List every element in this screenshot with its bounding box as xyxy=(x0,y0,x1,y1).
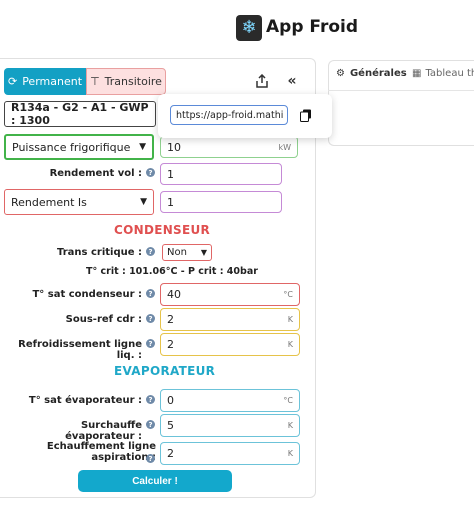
tab-tableau-label: Tableau th xyxy=(425,68,474,79)
echauffement-input[interactable]: 2 K xyxy=(160,442,300,465)
puissance-unit: kW xyxy=(278,142,291,152)
sous-ref-label: Sous-ref cdr : xyxy=(65,314,142,325)
rendement-is-select[interactable]: Rendement Is ▼ xyxy=(4,189,154,215)
trans-critique-label: Trans critique : xyxy=(57,247,142,258)
t-sat-condenseur-value: 40 xyxy=(167,288,181,301)
share-icon[interactable] xyxy=(252,71,272,91)
app-header: ❄ App Froid xyxy=(0,0,474,56)
t-sat-condenseur-input[interactable]: 40 °C xyxy=(160,283,300,306)
echauffement-label: Echauffement ligne aspiration : xyxy=(46,441,156,463)
share-url-value: https://app-froid.mathi xyxy=(176,109,284,121)
fluid-select-value: R134a - G2 - A1 - GWP : 1300 xyxy=(11,101,149,127)
rendement-vol-input[interactable]: 1 xyxy=(160,163,282,185)
chevron-down-icon: ▼ xyxy=(140,197,147,207)
critical-point-text: T° crit : 101.06°C - P crit : 40bar xyxy=(86,266,258,277)
tab-permanent-label: Permanent xyxy=(22,75,83,88)
refroidissement-label: Refroidissement ligne liq. : xyxy=(18,339,142,361)
rendement-vol-label: Rendement vol : xyxy=(49,168,142,179)
puissance-input[interactable]: 10 kW xyxy=(160,136,298,158)
sous-ref-unit: K xyxy=(287,315,293,324)
trans-critique-value: Non xyxy=(167,247,187,258)
help-icon[interactable]: ? xyxy=(146,420,155,429)
surchauffe-value: 5 xyxy=(167,419,174,432)
surchauffe-unit: K xyxy=(287,421,293,430)
help-icon[interactable]: ? xyxy=(146,289,155,298)
refresh-icon: ⟳ xyxy=(7,75,18,88)
rendement-is-select-value: Rendement Is xyxy=(11,195,87,209)
app-title: App Froid xyxy=(266,17,358,37)
tab-generales[interactable]: ⚙ Générales xyxy=(336,68,407,79)
t-sat-condenseur-label: T° sat condenseur : xyxy=(32,289,142,300)
snowflake-icon: ❄ xyxy=(236,15,262,41)
sous-ref-input[interactable]: 2 K xyxy=(160,308,300,331)
rendement-is-input[interactable]: 1 xyxy=(160,191,282,213)
t-sat-evaporateur-value: 0 xyxy=(167,394,174,407)
copy-icon[interactable] xyxy=(298,107,314,123)
tab-generales-label: Générales xyxy=(349,68,407,79)
surchauffe-label: Surchauffe évaporateur : xyxy=(65,420,142,442)
refroidissement-value: 2 xyxy=(167,338,174,351)
t-sat-evaporateur-label: T° sat évaporateur : xyxy=(28,395,142,406)
trans-critique-select[interactable]: Non ▼ xyxy=(162,244,212,261)
tab-transitoire[interactable]: ⊤ Transitoire xyxy=(86,68,166,95)
rendement-is-value: 1 xyxy=(167,195,174,209)
puissance-select-value: Puissance frigorifique xyxy=(12,140,131,154)
tab-permanent[interactable]: ⟳ Permanent xyxy=(4,68,86,95)
double-chevron-left-icon[interactable]: « xyxy=(282,71,302,91)
refroidissement-unit: K xyxy=(287,340,293,349)
t-sat-condenseur-unit: °C xyxy=(283,290,293,299)
help-icon[interactable]: ? xyxy=(146,454,155,463)
calculer-button[interactable]: Calculer ! xyxy=(78,470,232,492)
gear-icon: ⚙ xyxy=(336,68,345,79)
help-icon[interactable]: ? xyxy=(146,339,155,348)
tab-transitoire-label: Transitoire xyxy=(104,75,162,88)
fluid-select[interactable]: R134a - G2 - A1 - GWP : 1300 xyxy=(4,101,156,127)
echauffement-value: 2 xyxy=(167,447,174,460)
table-icon: ▦ xyxy=(412,68,422,79)
condenseur-title: CONDENSEUR xyxy=(114,223,211,237)
help-icon[interactable]: ? xyxy=(146,247,155,256)
t-sat-evaporateur-unit: °C xyxy=(283,396,293,405)
sliders-icon: ⊤ xyxy=(90,75,100,88)
help-icon[interactable]: ? xyxy=(146,395,155,404)
refroidissement-input[interactable]: 2 K xyxy=(160,333,300,356)
puissance-select[interactable]: Puissance frigorifique ▼ xyxy=(4,134,154,160)
sous-ref-value: 2 xyxy=(167,313,174,326)
chevron-down-icon: ▼ xyxy=(139,142,146,152)
rendement-vol-value: 1 xyxy=(167,167,174,181)
tabs-divider xyxy=(328,90,474,91)
help-icon[interactable]: ? xyxy=(146,314,155,323)
echauffement-unit: K xyxy=(287,449,293,458)
share-url-input[interactable]: https://app-froid.mathi xyxy=(170,105,288,125)
puissance-value: 10 xyxy=(167,140,181,154)
chevron-down-icon: ▼ xyxy=(200,248,207,257)
tab-tableau[interactable]: ▦ Tableau th xyxy=(412,68,474,79)
evaporateur-title: EVAPORATEUR xyxy=(114,364,216,378)
t-sat-evaporateur-input[interactable]: 0 °C xyxy=(160,389,300,412)
surchauffe-input[interactable]: 5 K xyxy=(160,414,300,437)
help-icon[interactable]: ? xyxy=(146,168,155,177)
